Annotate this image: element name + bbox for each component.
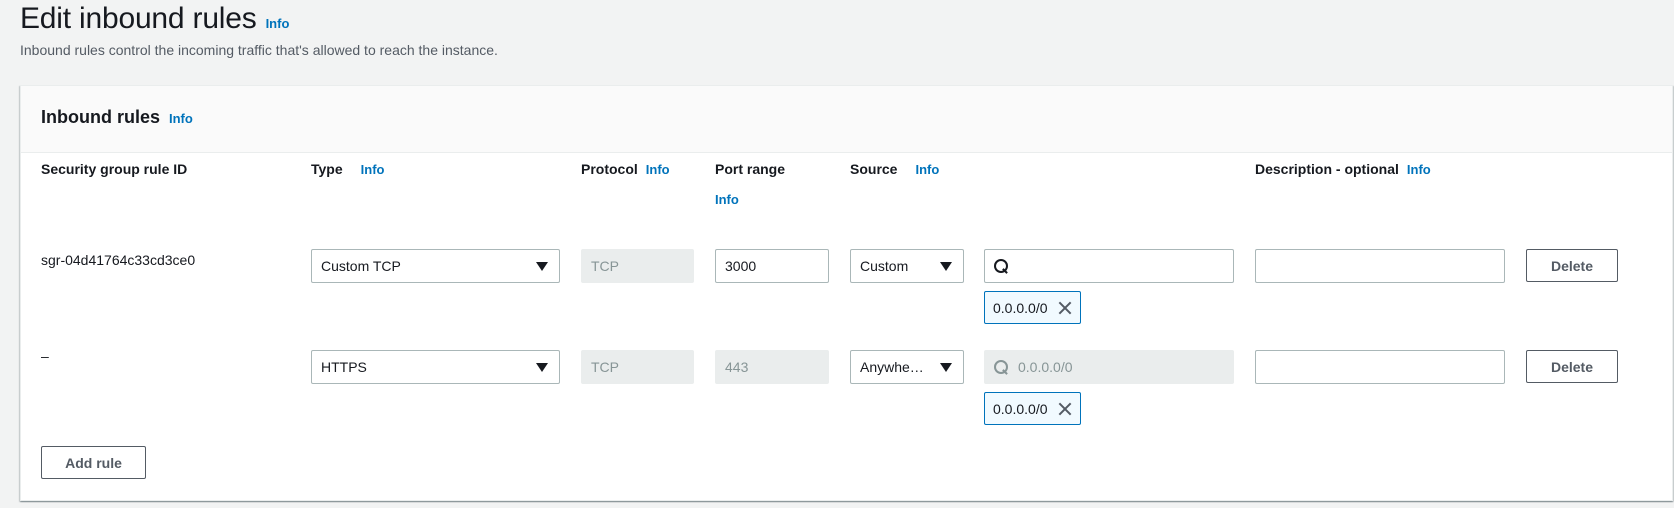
close-icon[interactable] (1058, 402, 1072, 416)
add-rule-button[interactable]: Add rule (41, 446, 146, 479)
column-header-description: Description - optional Info (1255, 161, 1431, 177)
column-header-source-label: Source (850, 161, 898, 177)
source-type-value: Anywhe… (860, 359, 924, 375)
protocol-info-link[interactable]: Info (646, 162, 670, 177)
inbound-rules-panel: Inbound rules Info Security group rule I… (20, 85, 1673, 501)
caret-down-icon (940, 262, 952, 271)
type-select[interactable]: HTTPS (311, 350, 560, 384)
page-header: Edit inbound rules Info (20, 2, 289, 36)
delete-button[interactable]: Delete (1526, 249, 1618, 282)
column-header-protocol-label: Protocol (581, 161, 638, 177)
source-token-label: 0.0.0.0/0 (993, 299, 1048, 316)
edit-inbound-rules-page: Edit inbound rules Info Inbound rules co… (0, 0, 1674, 508)
port-range-info-link[interactable]: Info (715, 192, 739, 207)
column-header-type: Type Info (311, 161, 384, 177)
delete-button[interactable]: Delete (1526, 350, 1618, 383)
source-token: 0.0.0.0/0 (984, 291, 1081, 324)
column-header-description-label: Description - optional (1255, 161, 1399, 177)
port-range-input-wrap (715, 249, 829, 283)
column-header-source: Source Info (850, 161, 939, 177)
type-select[interactable]: Custom TCP (311, 249, 560, 283)
column-header-port-range: Port range (715, 161, 785, 177)
rule-id: sgr-04d41764c33cd3ce0 (41, 252, 196, 268)
protocol-field: TCP (581, 249, 694, 283)
source-search-wrap (984, 350, 1234, 384)
page-description: Inbound rules control the incoming traff… (20, 42, 498, 58)
column-header-rule-id-label: Security group rule ID (41, 161, 188, 177)
protocol-field: TCP (581, 350, 694, 384)
source-search-input (1018, 351, 1224, 383)
source-type-select[interactable]: Custom (850, 249, 964, 283)
page-title: Edit inbound rules (20, 2, 257, 35)
type-select-value: Custom TCP (321, 258, 401, 274)
port-range-input[interactable] (725, 250, 819, 282)
source-search-input[interactable] (1018, 250, 1224, 282)
panel-info-link[interactable]: Info (169, 111, 193, 126)
description-input-wrap (1255, 249, 1505, 283)
caret-down-icon (536, 363, 548, 372)
description-input[interactable] (1265, 250, 1495, 282)
column-header-protocol: Protocol Info (581, 161, 670, 177)
port-range-field: 443 (715, 350, 829, 384)
panel-title: Inbound rules (41, 107, 160, 127)
source-info-link[interactable]: Info (915, 162, 939, 177)
source-token: 0.0.0.0/0 (984, 392, 1081, 425)
caret-down-icon (536, 262, 548, 271)
panel-header: Inbound rules Info (21, 86, 1672, 153)
source-type-value: Custom (860, 258, 909, 274)
description-info-link[interactable]: Info (1407, 162, 1431, 177)
search-icon (994, 360, 1008, 374)
caret-down-icon (940, 363, 952, 372)
type-info-link[interactable]: Info (361, 162, 385, 177)
type-select-value: HTTPS (321, 359, 367, 375)
description-input-wrap (1255, 350, 1505, 384)
source-search-wrap (984, 249, 1234, 283)
close-icon[interactable] (1058, 301, 1072, 315)
column-header-rule-id: Security group rule ID (41, 161, 187, 177)
source-type-select[interactable]: Anywhe… (850, 350, 964, 384)
rule-id: – (41, 348, 49, 364)
column-header-port-range-label: Port range (715, 161, 786, 177)
column-header-type-label: Type (311, 161, 343, 177)
search-icon (994, 259, 1008, 273)
page-title-info-link[interactable]: Info (266, 16, 290, 31)
source-token-label: 0.0.0.0/0 (993, 400, 1048, 417)
protocol-value: TCP (591, 258, 619, 274)
column-header-port-range-info: Info (715, 192, 739, 207)
protocol-value: TCP (591, 359, 619, 375)
port-range-value: 443 (725, 359, 749, 375)
description-input[interactable] (1265, 351, 1495, 383)
